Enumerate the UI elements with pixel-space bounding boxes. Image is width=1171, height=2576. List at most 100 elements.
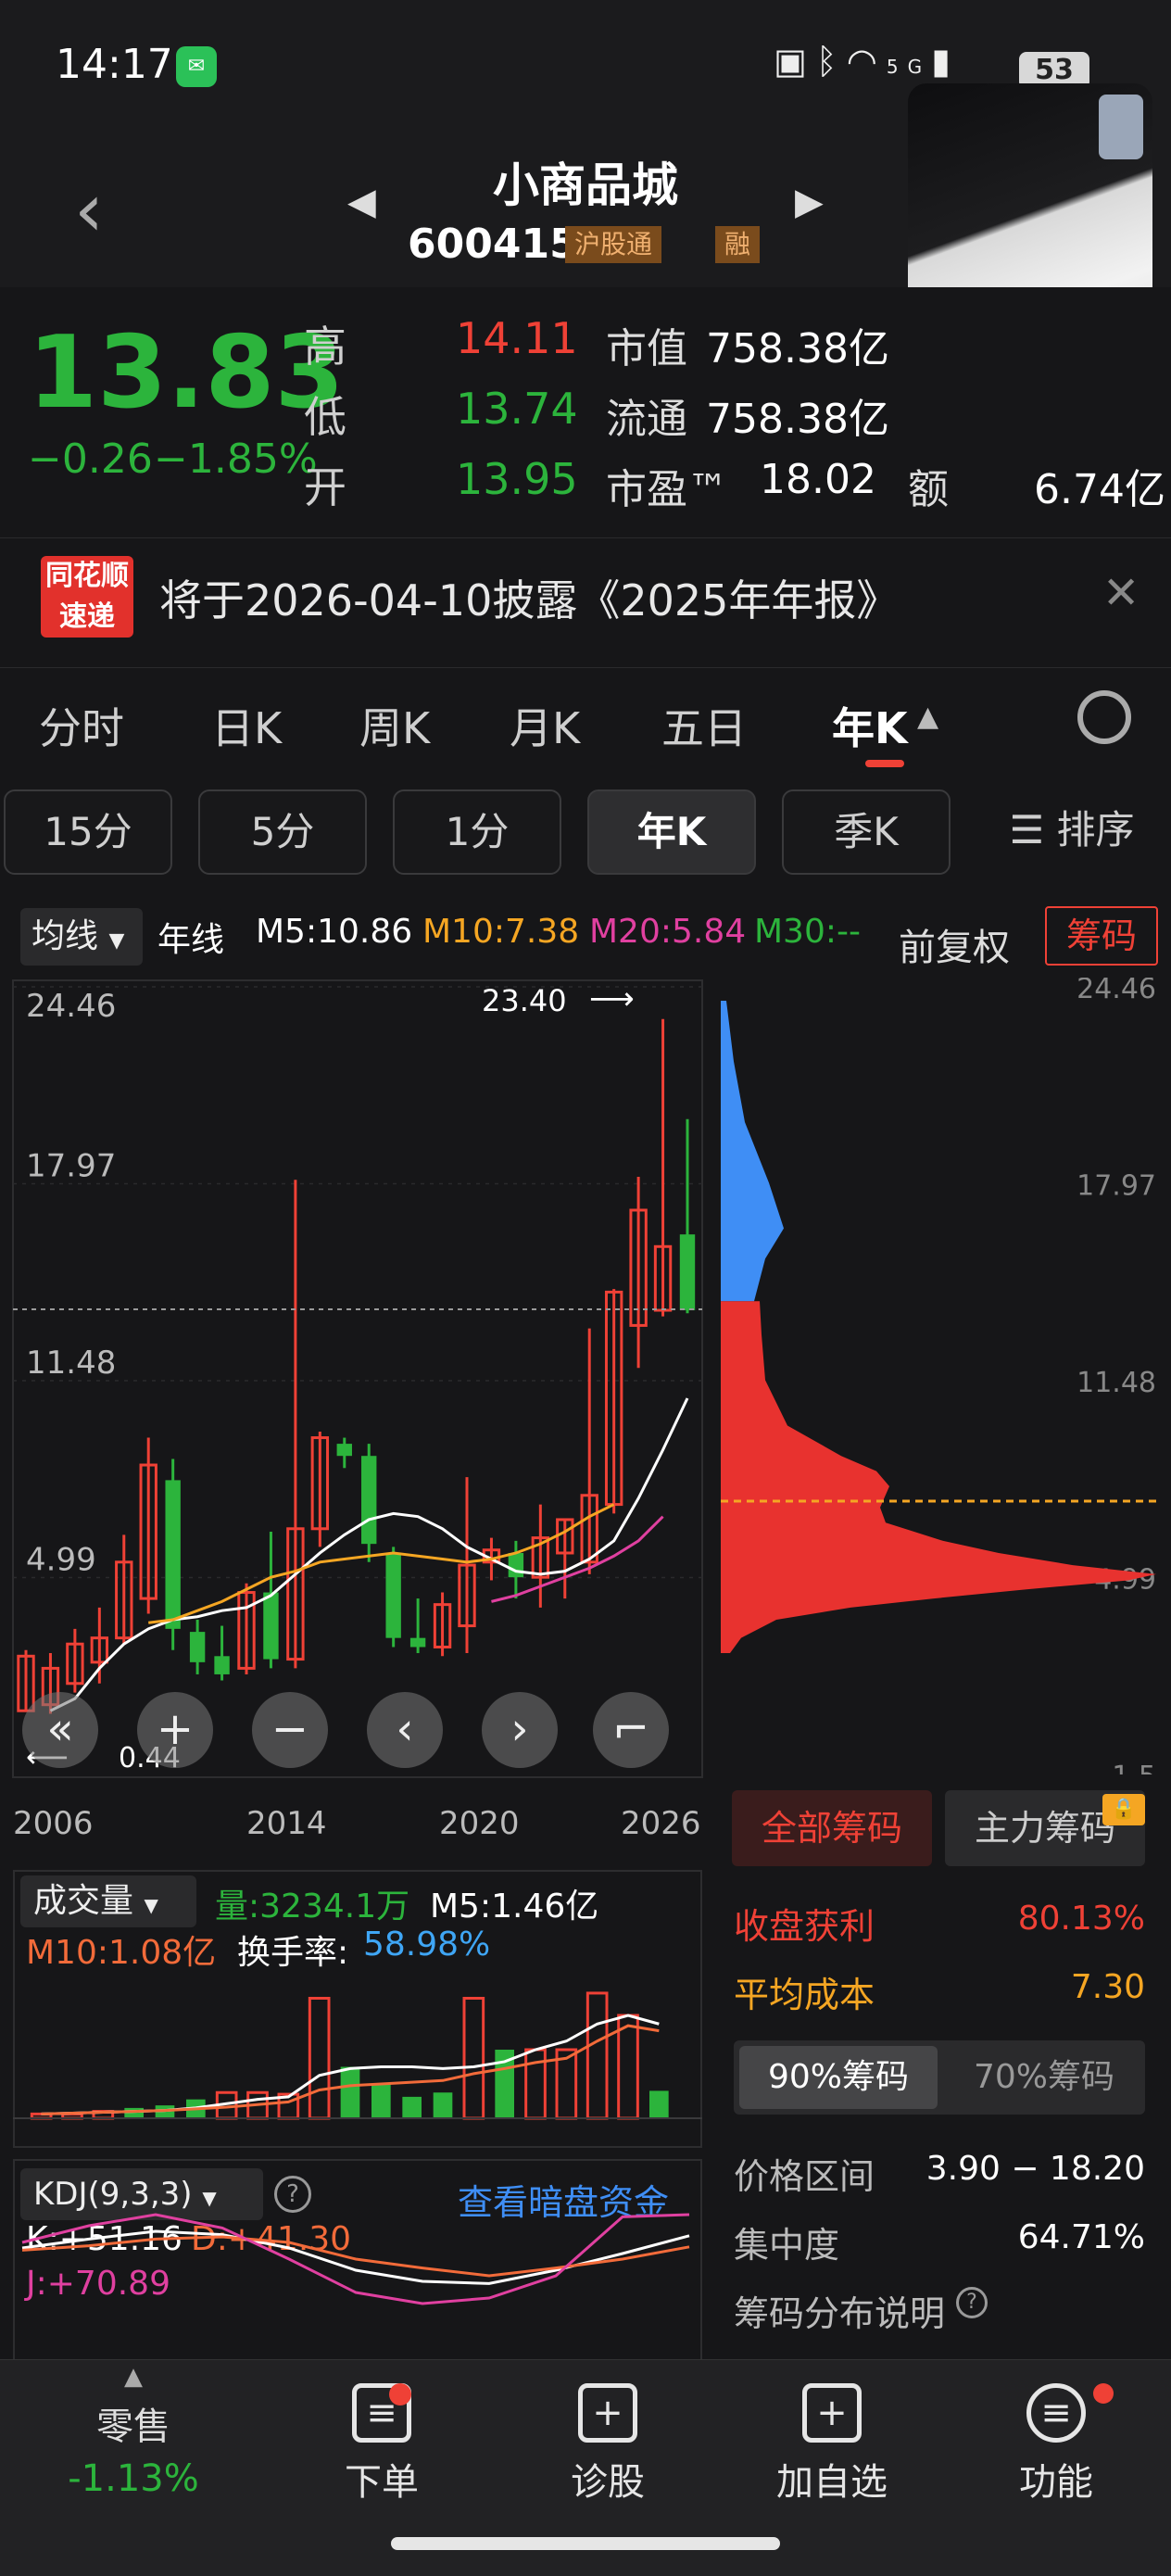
stock-code: 600415: [408, 221, 578, 268]
zoom-in-icon[interactable]: +: [137, 1692, 213, 1768]
menu-icon: ≡: [1026, 2383, 1086, 2443]
tab-monthly-k[interactable]: 月K: [510, 695, 580, 756]
nfc-icon: ▣: [774, 41, 816, 82]
prev-stock-icon[interactable]: ◀: [347, 181, 376, 223]
next-stock-icon[interactable]: ▶: [795, 181, 824, 223]
caret-up-icon: ▲: [124, 2363, 143, 2391]
period-tabs: [0, 667, 1171, 769]
max-price-label: 23.40: [482, 983, 567, 1018]
market-cap-label: 市值: [606, 325, 687, 373]
chip-distribution-chart: 24.4617.9711.484.99-1.5: [721, 978, 1156, 1774]
ma30-value: M30:--: [754, 913, 861, 951]
ma-selector[interactable]: 均线 ▼: [20, 908, 143, 966]
amount-value: 6.74亿: [1034, 466, 1165, 513]
candle-body: [361, 1456, 377, 1545]
retail-sector[interactable]: ▲ 零售 -1.13%: [41, 2363, 226, 2500]
ma-line-m10: [148, 1503, 615, 1624]
market-cap-value: 758.38亿: [706, 325, 889, 373]
tab-weekly-k[interactable]: 周K: [359, 695, 430, 756]
video-thumbnail: [1099, 95, 1143, 159]
zoom-out-icon[interactable]: −: [252, 1692, 328, 1768]
chip-loss-area: [721, 1301, 1156, 1654]
nav-add-watchlist-label: 加自选: [776, 2461, 888, 2504]
ma5-value: M5:10.86: [256, 913, 413, 951]
pe-value: 18.02: [760, 456, 876, 503]
candle-body: [336, 1444, 352, 1457]
tab-90-chips[interactable]: 90%筹码: [739, 2046, 938, 2109]
avg-cost-value: 7.30: [1070, 1968, 1145, 2006]
avg-cost-label: 平均成本: [734, 1975, 875, 2015]
tab-yearly-k[interactable]: 年K: [832, 695, 908, 756]
max-arrow-icon: ⟶: [589, 980, 635, 1017]
caret-up-icon[interactable]: ▲: [917, 701, 938, 733]
chip-profit-area: [721, 1001, 784, 1302]
candle-body: [385, 1552, 401, 1638]
volume-bar: [433, 2092, 453, 2118]
pan-left-icon[interactable]: ‹: [367, 1692, 443, 1768]
sort-button[interactable]: ☰ 排序: [976, 789, 1167, 875]
status-time: 14:17: [56, 41, 173, 88]
add-icon: +: [802, 2383, 862, 2443]
volume-bar: [308, 1997, 331, 2120]
tab-intraday[interactable]: 分时: [39, 695, 124, 756]
candle-body: [189, 1632, 206, 1662]
tab-70-chips[interactable]: 70%筹码: [945, 2046, 1143, 2109]
current-price: 13.83: [28, 315, 345, 431]
ma10-value: M10:7.38: [422, 913, 580, 951]
lock-icon: 🔒: [1102, 1794, 1145, 1825]
profit-label: 收盘获利: [734, 1906, 875, 1947]
chip-description-link[interactable]: 筹码分布说明: [734, 2285, 945, 2336]
chip-axis-tick: -1.5: [1102, 1761, 1156, 1774]
close-icon[interactable]: ✕: [1102, 567, 1140, 619]
candle-body: [508, 1552, 524, 1578]
profit-value: 80.13%: [1017, 1900, 1145, 1938]
bluetooth-icon: ᛒ: [815, 41, 847, 82]
pe-label: 市盈™: [606, 466, 728, 513]
chip-toggle-button[interactable]: 筹码: [1045, 906, 1158, 966]
nav-diagnose-label: 诊股: [571, 2461, 645, 2504]
settings-icon[interactable]: [1077, 690, 1131, 744]
volume-bar: [649, 2090, 669, 2118]
subtab-yearly[interactable]: 年K: [587, 789, 756, 875]
nav-add-watchlist[interactable]: + 加自选: [739, 2372, 925, 2506]
kdj-chart: [21, 2213, 690, 2305]
adjust-mode[interactable]: 前复权: [899, 917, 1010, 971]
retail-pct: -1.13%: [68, 2457, 199, 2500]
tab-all-chips[interactable]: 全部筹码: [732, 1790, 932, 1866]
volume-chart: [13, 1991, 702, 2120]
pan-right-icon[interactable]: ›: [482, 1692, 558, 1768]
high-label: 高: [304, 322, 346, 372]
tab-five-day[interactable]: 五日: [661, 695, 747, 756]
notice-text[interactable]: 将于2026-04-10披露《2025年年报》: [159, 567, 899, 628]
amount-label: 额: [908, 466, 949, 513]
chip-axis-tick: 24.46: [1077, 978, 1156, 1005]
home-indicator: [391, 2537, 780, 2550]
open-value: 13.95: [456, 454, 578, 504]
candle-body: [679, 1234, 696, 1311]
rewind-icon[interactable]: «: [22, 1692, 98, 1768]
candle-body: [214, 1656, 230, 1674]
chip-axis-tick: 11.48: [1077, 1367, 1156, 1399]
y-tick-3: 4.99: [26, 1542, 96, 1579]
volume-bar: [617, 2014, 639, 2120]
subtab-quarterly[interactable]: 季K: [782, 789, 951, 875]
margin-badge: 融: [715, 226, 761, 263]
tonghuashun-logo: 同花顺 速递: [41, 556, 133, 638]
notification-dot: [1093, 2383, 1114, 2404]
x-tick-3: 2026: [621, 1805, 701, 1842]
retail-label: 零售: [96, 2406, 170, 2448]
x-tick-1: 2014: [246, 1805, 327, 1842]
subtab-5min[interactable]: 5分: [198, 789, 367, 875]
help-icon[interactable]: ?: [956, 2287, 988, 2318]
nav-order[interactable]: ≡ 下单: [289, 2372, 474, 2506]
fullscreen-icon[interactable]: ⌐: [593, 1692, 669, 1768]
tab-daily-k[interactable]: 日K: [211, 695, 282, 756]
subtab-1min[interactable]: 1分: [393, 789, 561, 875]
price-change: −0.26: [28, 436, 153, 483]
y-tick-0: 24.46: [26, 988, 116, 1025]
subtab-15min[interactable]: 15分: [4, 789, 172, 875]
ma-selector-label: 均线: [31, 917, 99, 955]
nav-functions[interactable]: ≡ 功能: [963, 2372, 1149, 2506]
nav-functions-label: 功能: [1019, 2461, 1093, 2504]
nav-diagnose[interactable]: + 诊股: [515, 2372, 700, 2506]
